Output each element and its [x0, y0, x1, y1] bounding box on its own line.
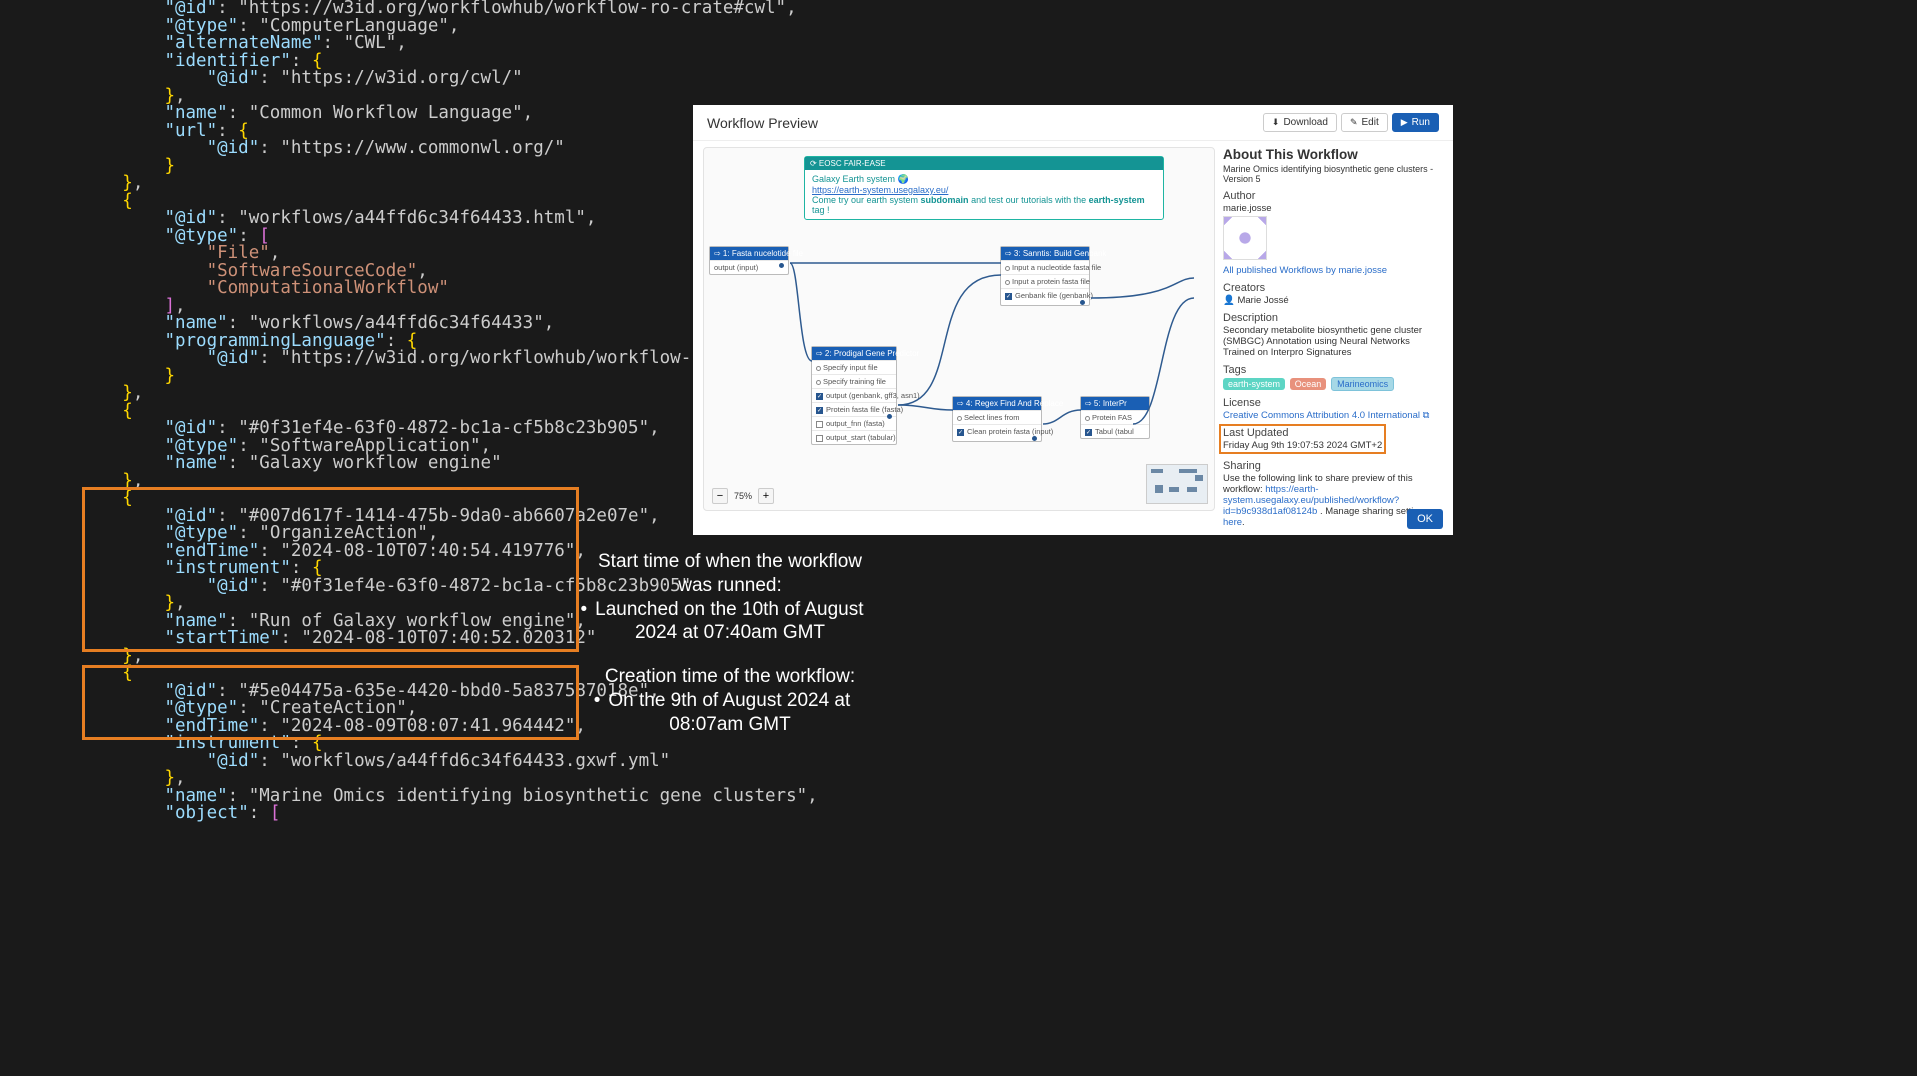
node2-out4: output_start (tabular): [812, 430, 896, 444]
download-icon: [1272, 117, 1280, 128]
author-avatar: [1223, 216, 1267, 260]
node4-header: ⇨ 4: Regex Find And Replace: [953, 397, 1041, 410]
node2-input1: Specify input file: [812, 360, 896, 374]
eosc-info-head: ⟳ EOSC FAIR-EASE: [805, 157, 1163, 170]
node3-in2: Input a protein fasta file: [1001, 274, 1089, 288]
node2-out3: output_fnn (fasta): [812, 416, 896, 430]
workflow-node-1[interactable]: ⇨ 1: Fasta nucelotide file output (input…: [709, 246, 789, 275]
node3-in1: Input a nucleotide fasta file: [1001, 260, 1089, 274]
workflow-node-2[interactable]: ⇨ 2: Prodigal Gene Predictor Specify inp…: [811, 346, 897, 445]
sharing-heading: Sharing: [1223, 460, 1443, 472]
about-sidebar: About This Workflow Marine Omics identif…: [1215, 141, 1453, 517]
zoom-controls: − 75% +: [712, 488, 774, 504]
node3-header: ⇨ 3: Sanntis: Build Genbank: [1001, 247, 1089, 260]
preview-title: Workflow Preview: [707, 115, 818, 131]
annotation-start-time-line: Launched on the 10th of August 2024 at 0…: [595, 599, 863, 644]
node4-in: Select lines from: [953, 410, 1041, 424]
last-updated-highlight: Last Updated Friday Aug 9th 19:07:53 202…: [1219, 424, 1386, 454]
author-name: marie.josse: [1223, 203, 1443, 214]
zoom-level: 75%: [734, 491, 752, 501]
tags-heading: Tags: [1223, 364, 1443, 376]
node2-out1: output (genbank, gff3, asn1): [812, 388, 896, 402]
node1-output: output (input): [710, 260, 788, 274]
edit-icon: [1350, 117, 1358, 128]
run-button[interactable]: Run: [1392, 113, 1439, 132]
highlight-box-create-action: [82, 665, 579, 740]
annotation-creation-time-title: Creation time of the workflow:: [585, 665, 875, 689]
node1-header: ⇨ 1: Fasta nucelotide file: [710, 247, 788, 260]
last-updated-heading: Last Updated: [1223, 427, 1382, 439]
eosc-info-line3: Come try our earth system subdomain and …: [812, 195, 1156, 215]
eosc-info-link[interactable]: https://earth-system.usegalaxy.eu/: [812, 185, 1156, 195]
node5-out: Tabul (tabul: [1081, 424, 1149, 438]
all-published-link[interactable]: All published Workflows by marie.josse: [1223, 265, 1443, 276]
node2-input2: Specify training file: [812, 374, 896, 388]
description-text: Secondary metabolite biosynthetic gene c…: [1223, 325, 1443, 358]
node2-header: ⇨ 2: Prodigal Gene Predictor: [812, 347, 896, 360]
annotation-creation-time: Creation time of the workflow: •On the 9…: [585, 665, 875, 736]
workflow-node-4[interactable]: ⇨ 4: Regex Find And Replace Select lines…: [952, 396, 1042, 442]
creator-name: 👤 Marie Jossé: [1223, 295, 1443, 306]
tag-earth-system[interactable]: earth-system: [1223, 378, 1285, 390]
highlight-box-organize-action: [82, 487, 579, 652]
node5-in: Protein FAS: [1081, 410, 1149, 424]
about-subtitle: Marine Omics identifying biosynthetic ge…: [1223, 164, 1443, 184]
edit-button[interactable]: Edit: [1341, 113, 1388, 132]
download-button[interactable]: Download: [1263, 113, 1337, 132]
sharing-here-link[interactable]: here: [1223, 517, 1242, 528]
annotation-creation-time-line: On the 9th of August 2024 at 08:07am GMT: [608, 690, 850, 735]
tag-ocean[interactable]: Ocean: [1290, 378, 1327, 390]
annotation-start-time-title: Start time of when the workflow was runn…: [585, 550, 875, 598]
workflow-preview-panel: Workflow Preview Download Edit Run ⟳ EOS…: [693, 105, 1453, 535]
node3-out: Genbank file (genbank): [1001, 288, 1089, 302]
workflow-node-3[interactable]: ⇨ 3: Sanntis: Build Genbank Input a nucl…: [1000, 246, 1090, 306]
license-link[interactable]: Creative Commons Attribution 4.0 Interna…: [1223, 410, 1443, 421]
ok-button[interactable]: OK: [1407, 509, 1443, 529]
last-updated-value: Friday Aug 9th 19:07:53 2024 GMT+2: [1223, 440, 1382, 451]
author-heading: Author: [1223, 190, 1443, 202]
node4-out: Clean protein fasta (input): [953, 424, 1041, 438]
tag-marineomics[interactable]: Marineomics: [1331, 377, 1394, 391]
annotation-start-time: Start time of when the workflow was runn…: [585, 550, 875, 645]
node5-header: ⇨ 5: InterPr: [1081, 397, 1149, 410]
workflow-node-5[interactable]: ⇨ 5: InterPr Protein FAS Tabul (tabul: [1080, 396, 1150, 439]
node2-out2: Protein fasta file (fasta): [812, 402, 896, 416]
eosc-info-line1: Galaxy Earth system 🌍: [812, 174, 1156, 185]
workflow-canvas[interactable]: ⟳ EOSC FAIR-EASE Galaxy Earth system 🌍 h…: [703, 147, 1215, 511]
zoom-out-button[interactable]: −: [712, 488, 728, 504]
license-heading: License: [1223, 397, 1443, 409]
play-icon: [1401, 117, 1408, 128]
eosc-info-box: ⟳ EOSC FAIR-EASE Galaxy Earth system 🌍 h…: [804, 156, 1164, 220]
minimap[interactable]: [1146, 464, 1208, 504]
zoom-in-button[interactable]: +: [758, 488, 774, 504]
creators-heading: Creators: [1223, 282, 1443, 294]
description-heading: Description: [1223, 312, 1443, 324]
about-heading: About This Workflow: [1223, 147, 1443, 162]
